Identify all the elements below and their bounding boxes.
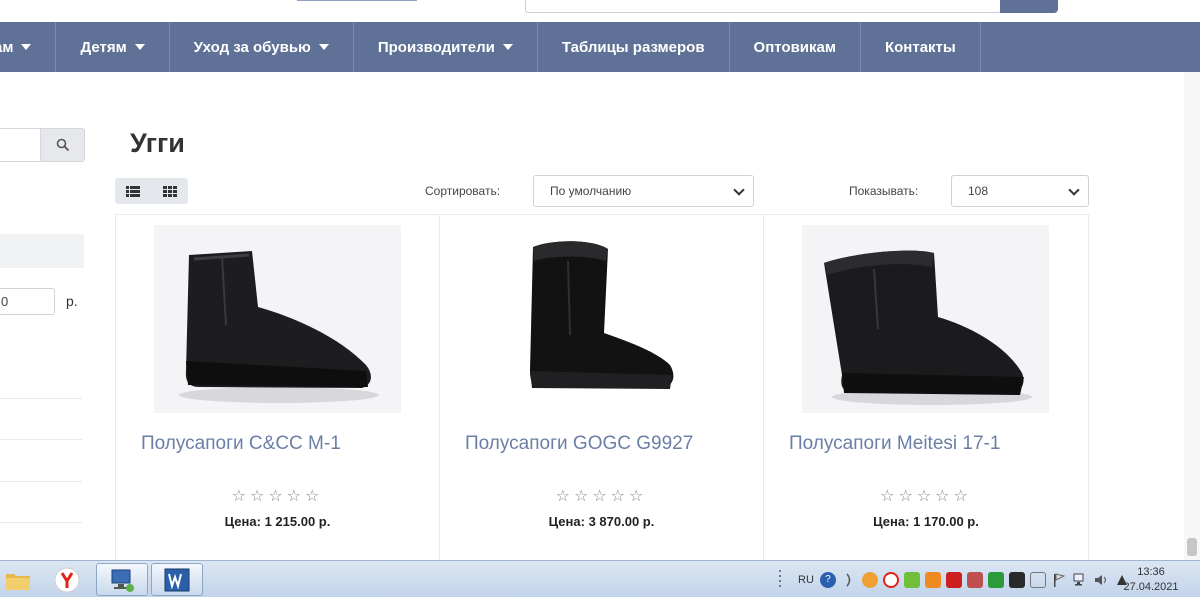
- nav-item-size-tables[interactable]: Таблицы размеров: [538, 22, 730, 72]
- folder-icon: [6, 573, 30, 590]
- yandex-browser-icon: [54, 567, 80, 592]
- nav-item-shoe-care[interactable]: Уход за обувью: [170, 22, 354, 72]
- language-indicator[interactable]: RU: [798, 574, 814, 586]
- volume-wave-icon[interactable]: [841, 572, 857, 588]
- network-computer-icon: [111, 569, 134, 592]
- speaker-icon[interactable]: [1093, 572, 1109, 588]
- taskbar-network-button[interactable]: [96, 563, 148, 596]
- sort-select[interactable]: По умолчанию: [533, 175, 754, 207]
- divider: [0, 522, 82, 523]
- per-page-select[interactable]: 108: [951, 175, 1089, 207]
- tray-grip-icon: [779, 569, 781, 587]
- clock-time: 13:36: [1137, 566, 1165, 578]
- boot-image: [824, 250, 1032, 405]
- grid-icon: [162, 185, 177, 197]
- search-icon: [56, 138, 69, 152]
- product-image[interactable]: [478, 225, 725, 413]
- taskbar-yandex-button[interactable]: [48, 563, 86, 596]
- scrollbar-thumb[interactable]: [1187, 538, 1197, 556]
- caret-down-icon: [21, 44, 32, 50]
- flag-icon[interactable]: [1051, 572, 1067, 588]
- product-name-link[interactable]: Полусапоги C&CC M-1: [141, 433, 341, 455]
- header-search-button[interactable]: [1000, 0, 1058, 13]
- green-tray-icon[interactable]: [987, 571, 1004, 588]
- sort-label: Сортировать:: [425, 184, 501, 198]
- price-to-input[interactable]: 0: [0, 288, 55, 315]
- product-grid: Полусапоги C&CC M-1 ☆☆☆☆☆ Цена: 1 215.00…: [115, 214, 1089, 564]
- yandex-tray-icon[interactable]: [882, 571, 899, 588]
- rating-stars[interactable]: ☆☆☆☆☆: [440, 486, 763, 506]
- divider: [0, 398, 82, 399]
- caret-down-icon: [318, 44, 329, 50]
- orange-app-icon[interactable]: [861, 571, 878, 588]
- nav-item-partial[interactable]: ам: [0, 22, 57, 72]
- nav-item-kids[interactable]: Детям: [56, 22, 170, 72]
- nav-item-label: Производители: [377, 38, 495, 56]
- page-scrollbar[interactable]: [1184, 72, 1200, 560]
- product-name-link[interactable]: Полусапоги GOGC G9927: [465, 433, 693, 455]
- sidebar-search-button[interactable]: [40, 128, 85, 162]
- main-navbar: ам Детям Уход за обувью Производители Та…: [0, 22, 1200, 72]
- nav-item-label: Контакты: [884, 38, 956, 56]
- price-to-value: 0: [1, 294, 9, 309]
- product-card: Полусапоги Meitesi 17-1 ☆☆☆☆☆ Цена: 1 17…: [764, 215, 1088, 564]
- clock-date: 27.04.2021: [1123, 581, 1179, 593]
- nvidia-icon[interactable]: [1008, 571, 1025, 588]
- acrobat-icon[interactable]: [945, 571, 962, 588]
- caret-down-icon: [134, 44, 145, 50]
- header-link[interactable]: [297, 0, 417, 1]
- chevron-down-icon: [1068, 184, 1080, 196]
- product-image[interactable]: [802, 225, 1049, 413]
- list-icon: [126, 185, 141, 197]
- product-card: Полусапоги C&CC M-1 ☆☆☆☆☆ Цена: 1 215.00…: [116, 215, 440, 564]
- product-price: Цена: 1 215.00 р.: [224, 514, 331, 529]
- system-tray: RU ?: [778, 561, 1135, 597]
- nav-item-label: Оптовикам: [753, 38, 836, 56]
- sidebar-section-header: [0, 234, 84, 268]
- boot-image: [530, 241, 674, 389]
- show-label: Показывать:: [849, 184, 919, 198]
- per-page-select-value: 108: [968, 184, 989, 198]
- rating-stars[interactable]: ☆☆☆☆☆: [764, 486, 1088, 506]
- browser-viewport: ам Детям Уход за обувью Производители Та…: [0, 0, 1200, 597]
- product-price: Цена: 1 170.00 р.: [873, 514, 979, 529]
- taskbar-word-button[interactable]: [151, 563, 203, 596]
- tool-tray-icon[interactable]: [966, 571, 983, 588]
- product-card: Полусапоги GOGC G9927 ☆☆☆☆☆ Цена: 3 870.…: [440, 215, 764, 564]
- caret-down-icon: [502, 44, 513, 50]
- word-icon: [164, 568, 190, 591]
- nav-item-manufacturers[interactable]: Производители: [354, 22, 538, 72]
- device-icon[interactable]: [1029, 571, 1046, 588]
- product-image[interactable]: [154, 225, 401, 413]
- nav-item-label: Уход за обувью: [193, 38, 311, 56]
- help-icon[interactable]: ?: [819, 571, 836, 588]
- taskbar-clock[interactable]: 13:36 27.04.2021: [1120, 565, 1182, 595]
- product-price: Цена: 3 870.00 р.: [548, 514, 655, 529]
- divider: [0, 481, 82, 482]
- taskbar: RU ? 13:36 27.04.2021: [0, 560, 1200, 597]
- grid-view-button[interactable]: [152, 178, 189, 204]
- list-view-button[interactable]: [115, 178, 152, 204]
- nav-item-label: Детям: [80, 38, 127, 56]
- divider: [0, 439, 82, 440]
- nav-item-label: ам: [0, 38, 14, 56]
- sidebar-search-input[interactable]: [0, 128, 42, 162]
- nav-item-contacts[interactable]: Контакты: [861, 22, 981, 72]
- boot-image: [179, 251, 379, 403]
- sort-select-value: По умолчанию: [550, 184, 632, 198]
- android-icon[interactable]: [903, 571, 920, 588]
- taskbar-folder-button[interactable]: [0, 563, 36, 596]
- rating-stars[interactable]: ☆☆☆☆☆: [116, 486, 439, 506]
- chevron-down-icon: [733, 184, 745, 196]
- price-unit: р.: [66, 293, 78, 309]
- product-name-link[interactable]: Полусапоги Meitesi 17-1: [789, 433, 1000, 455]
- nav-item-label: Таблицы размеров: [561, 38, 705, 56]
- page-title: Угги: [130, 128, 185, 158]
- app-tray-icon[interactable]: [924, 571, 941, 588]
- view-toggle: [115, 178, 188, 204]
- network-icon[interactable]: [1072, 572, 1088, 588]
- header-search-input[interactable]: [525, 0, 1001, 13]
- nav-item-wholesale[interactable]: Оптовикам: [730, 22, 861, 72]
